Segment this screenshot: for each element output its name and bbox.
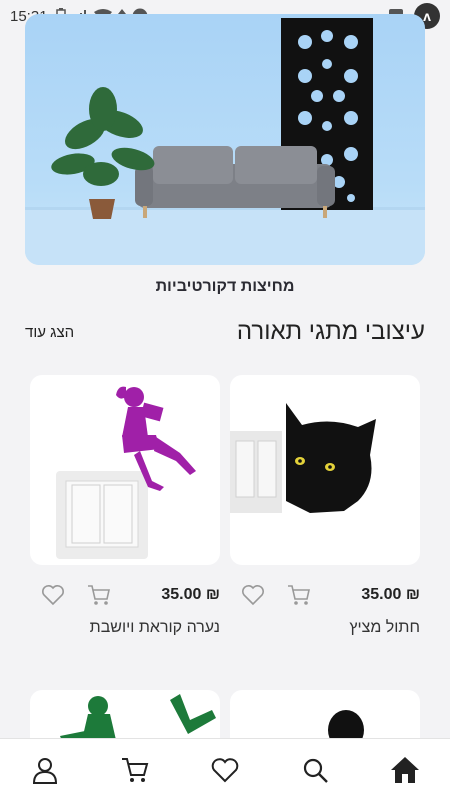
banner-illustration (25, 18, 425, 265)
product-price: 35.00 ₪ (161, 586, 220, 603)
wishlist-heart-icon[interactable] (240, 582, 266, 608)
wishlist-heart-icon[interactable] (40, 582, 66, 608)
show-more-link[interactable]: הצג עוד (25, 324, 74, 341)
product-card[interactable]: 35.00 ₪ חתול מציץ (230, 375, 420, 637)
bottom-nav (0, 738, 450, 800)
banner-image[interactable] (25, 14, 425, 265)
banner-caption[interactable]: מחיצות דקורטיביות (0, 278, 450, 296)
section-title: עיצובי מתגי תאורה (236, 318, 425, 345)
reading-girl-image (56, 386, 196, 559)
product-name[interactable]: חתול מציץ (230, 619, 420, 637)
nav-profile-icon[interactable] (25, 750, 65, 790)
nav-wishlist-icon[interactable] (205, 750, 245, 790)
add-to-cart-icon[interactable] (86, 582, 112, 608)
product-image[interactable] (30, 375, 220, 565)
nav-search-icon[interactable] (295, 750, 335, 790)
nav-cart-icon[interactable] (115, 750, 155, 790)
add-to-cart-icon[interactable] (286, 582, 312, 608)
nav-home-icon[interactable] (385, 750, 425, 790)
peeking-cat-image (230, 403, 376, 513)
product-card[interactable]: 35.00 ₪ נערה קוראת ויושבת (30, 375, 220, 637)
section-header: הצג עוד עיצובי מתגי תאורה (25, 318, 425, 346)
product-price: 35.00 ₪ (361, 586, 420, 603)
product-name[interactable]: נערה קוראת ויושבת (30, 619, 220, 637)
product-image[interactable] (230, 375, 420, 565)
